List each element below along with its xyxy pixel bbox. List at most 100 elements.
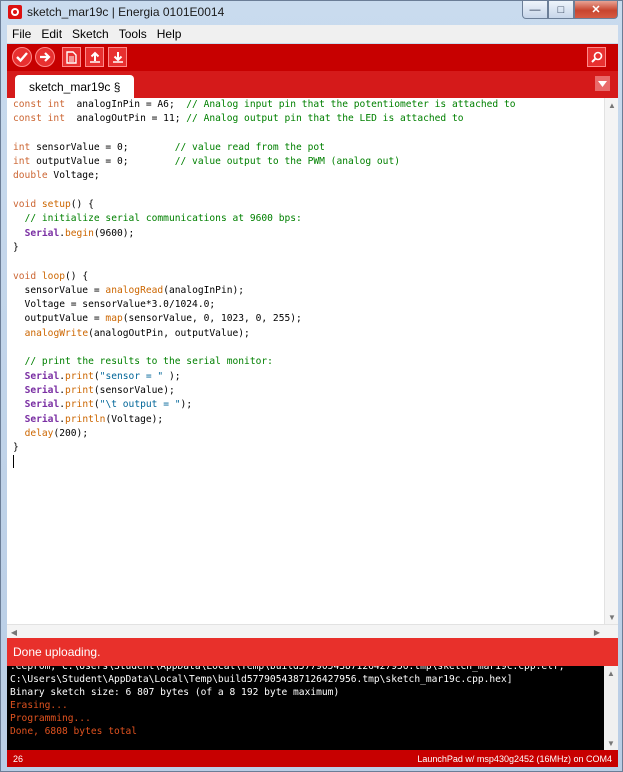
scroll-right-icon[interactable]: ▶	[590, 625, 604, 639]
code-line[interactable]: outputValue = map(sensorValue, 0, 1023, …	[13, 312, 599, 326]
menu-help[interactable]: Help	[152, 27, 187, 41]
code-line[interactable]: delay(200);	[13, 427, 599, 441]
code-line[interactable]	[13, 341, 599, 355]
code-line[interactable]: const int analogInPin = A6; // Analog in…	[13, 98, 599, 112]
code-token: // Analog input pin that the potentiomet…	[186, 99, 516, 110]
open-button[interactable]	[85, 47, 104, 67]
code-line[interactable]: int sensorValue = 0; // value read from …	[13, 141, 599, 155]
verify-icon	[16, 52, 28, 63]
code-line[interactable]: Serial.print(sensorValue);	[13, 384, 599, 398]
code-line[interactable]: const int analogOutPin = 11; // Analog o…	[13, 112, 599, 126]
code-token: (sensorValue);	[93, 384, 175, 396]
code-line[interactable]	[13, 455, 599, 469]
code-line[interactable]: Serial.println(Voltage);	[13, 413, 599, 427]
editor-vertical-scrollbar[interactable]: ▲ ▼	[604, 98, 618, 624]
code-token: Serial	[24, 399, 60, 411]
title-bar[interactable]: sketch_mar19c | Energia 0101E0014 — □ ✕	[1, 1, 622, 23]
code-line[interactable]	[13, 127, 599, 141]
upload-icon	[40, 52, 51, 62]
tab-menu-button[interactable]	[595, 76, 610, 91]
code-token: void	[13, 199, 37, 211]
code-token: (9600);	[93, 227, 135, 239]
console-scroll-down-icon[interactable]: ▼	[604, 736, 618, 750]
menu-tools[interactable]: Tools	[114, 27, 152, 41]
code-editor[interactable]: const int analogInPin = A6; // Analog in…	[7, 98, 618, 638]
code-token: const	[13, 99, 48, 110]
menu-bar: File Edit Sketch Tools Help	[7, 25, 618, 43]
code-token: () {	[70, 199, 94, 211]
code-line[interactable]: void loop() {	[13, 270, 599, 284]
editor-horizontal-scrollbar[interactable]: ◀ ▶	[7, 624, 618, 638]
code-token: Voltage = sensorValue*3.0/1024.0;	[13, 299, 216, 311]
toolbar	[7, 44, 618, 71]
tab-bar: sketch_mar19c §	[7, 71, 618, 98]
code-token: int	[13, 156, 31, 168]
verify-button[interactable]	[12, 47, 32, 67]
maximize-button[interactable]: □	[548, 1, 574, 19]
code-line[interactable]: // print the results to the serial monit…	[13, 355, 599, 369]
code-text[interactable]: const int analogInPin = A6; // Analog in…	[13, 98, 599, 470]
code-line[interactable]: }	[13, 241, 599, 255]
console-scroll-up-icon[interactable]: ▲	[604, 666, 618, 680]
scroll-up-icon[interactable]: ▲	[605, 98, 619, 112]
tab-sketch[interactable]: sketch_mar19c §	[15, 75, 135, 98]
code-line[interactable]: Serial.print("\t output = ");	[13, 398, 599, 412]
serial-monitor-button[interactable]	[587, 47, 606, 67]
code-token: // Analog output pin that the LED is att…	[186, 113, 464, 125]
scroll-down-icon[interactable]: ▼	[605, 610, 619, 624]
status-bar: Done uploading.	[7, 638, 618, 666]
code-token: map	[105, 313, 123, 325]
code-token: );	[180, 399, 193, 411]
minimize-button[interactable]: —	[522, 1, 548, 19]
code-token: (analogInPin);	[163, 284, 245, 296]
code-line[interactable]: double Voltage;	[13, 169, 599, 183]
code-line[interactable]: void setup() {	[13, 198, 599, 212]
code-token: setup	[41, 199, 71, 211]
code-line[interactable]: analogWrite(analogOutPin, outputValue);	[13, 327, 599, 341]
code-line[interactable]: Serial.begin(9600);	[13, 227, 599, 241]
code-line[interactable]	[13, 255, 599, 269]
code-token: () {	[65, 270, 89, 282]
console-line: C:\Users\Student\AppData\Local\Temp\buil…	[10, 674, 513, 685]
code-token: sensorValue = 0;	[30, 141, 175, 153]
code-line[interactable]: int outputValue = 0; // value output to …	[13, 155, 599, 169]
upload-button[interactable]	[35, 47, 55, 67]
code-token: outputValue =	[13, 313, 106, 325]
menu-file[interactable]: File	[7, 27, 36, 41]
chevron-down-icon	[598, 80, 607, 87]
code-token: "\t output = "	[99, 399, 181, 411]
code-line[interactable]: Voltage = sensorValue*3.0/1024.0;	[13, 298, 599, 312]
menu-sketch[interactable]: Sketch	[67, 27, 114, 41]
console-line: .eeprom, C:\Users\Student\AppData\Local\…	[10, 666, 565, 672]
code-token: // value read from the pot	[174, 141, 325, 153]
close-button[interactable]: ✕	[574, 1, 618, 19]
menu-edit[interactable]: Edit	[36, 27, 67, 41]
code-token: sensorValue =	[13, 284, 106, 296]
code-token: (200);	[53, 427, 89, 439]
code-token: );	[163, 370, 181, 382]
scroll-left-icon[interactable]: ◀	[7, 625, 21, 639]
code-token: Voltage;	[47, 170, 100, 182]
code-token: print	[65, 370, 94, 382]
new-button[interactable]	[62, 47, 81, 67]
code-line[interactable]: }	[13, 441, 599, 455]
code-token: int	[47, 113, 65, 125]
code-line[interactable]: // initialize serial communications at 9…	[13, 212, 599, 226]
code-line[interactable]: sensorValue = analogRead(analogInPin);	[13, 284, 599, 298]
code-token: analogWrite	[24, 327, 89, 339]
console-scrollbar[interactable]: ▲ ▼	[604, 666, 618, 750]
code-token: }	[13, 241, 19, 253]
save-button[interactable]	[108, 47, 127, 67]
code-token: (analogOutPin, outputValue);	[88, 327, 250, 339]
maximize-icon: □	[557, 3, 565, 16]
tab-label: sketch_mar19c §	[29, 79, 121, 94]
code-line[interactable]: Serial.print("sensor = " );	[13, 370, 599, 384]
code-line[interactable]	[13, 184, 599, 198]
